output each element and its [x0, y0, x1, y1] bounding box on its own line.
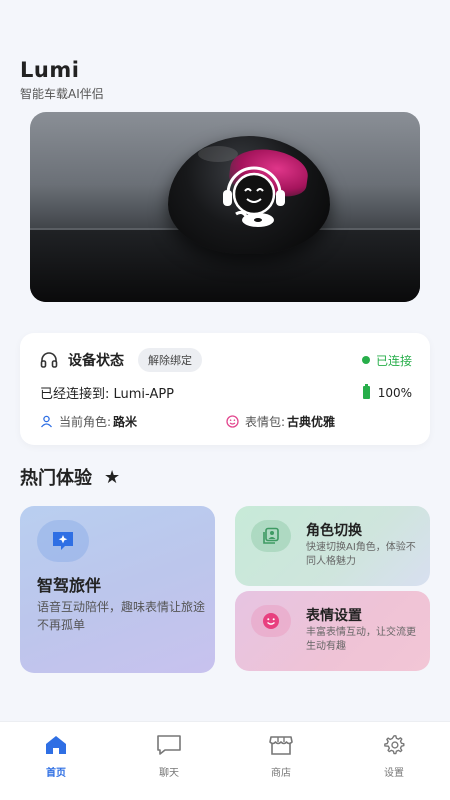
tab-label: 设置 — [384, 768, 404, 779]
device-status-card: 设备状态 解除绑定 已连接 已经连接到: Lumi-APP 100% 当前角色:… — [20, 333, 430, 445]
app-title: Lumi — [20, 58, 80, 82]
tab-label: 聊天 — [159, 768, 179, 779]
chat-bubble-icon — [157, 735, 181, 755]
current-emoji-pack: 表情包: 古典优雅 — [226, 413, 412, 430]
unbind-button[interactable]: 解除绑定 — [138, 348, 202, 372]
feature-card-expression-settings[interactable]: 表情设置 丰富表情互动，让交流更生动有趣 — [235, 591, 430, 671]
feature-card-travel-companion[interactable]: 智驾旅伴 语音互动陪伴，趣味表情让旅途不再孤单 — [20, 506, 215, 673]
online-dot-icon — [361, 356, 370, 364]
app-header: Lumi 智能车载AI伴侣 — [20, 58, 104, 102]
connection-status-text: 已连接 — [375, 353, 412, 368]
star-icon: ★ — [104, 466, 121, 488]
feature-card-desc: 语音互动陪伴，趣味表情让旅途不再孤单 — [37, 600, 206, 632]
battery-status: 100% — [362, 384, 412, 400]
connected-to-text: 已经连接到: Lumi-APP — [40, 387, 175, 402]
chat-sparkle-icon — [37, 520, 89, 562]
app-subtitle: 智能车载AI伴侣 — [20, 87, 104, 101]
gear-icon — [384, 735, 405, 755]
current-role: 当前角色: 路米 — [40, 413, 226, 430]
hero-image — [30, 112, 420, 302]
dj-face-icon — [223, 166, 285, 227]
role-label: 当前角色: — [59, 415, 112, 429]
smile-icon — [226, 415, 239, 428]
device-status-title: 设备状态 — [68, 353, 124, 369]
feature-card-title: 智驾旅伴 — [37, 576, 102, 595]
battery-icon — [362, 384, 370, 399]
headphone-icon — [40, 352, 58, 368]
tab-chat[interactable]: 聊天 — [139, 734, 199, 779]
home-icon — [46, 736, 66, 754]
feature-card-title: 角色切换 — [306, 523, 362, 539]
feature-card-role-switch[interactable]: 角色切换 快速切换AI角色，体验不同人格魅力 — [235, 506, 430, 586]
lumi-device-orb — [168, 136, 330, 254]
bottom-tab-bar: 首页 聊天 商店 设置 — [0, 721, 450, 800]
feature-card-desc: 快速切换AI角色，体验不同人格魅力 — [306, 542, 416, 567]
emoji-value: 古典优雅 — [287, 415, 336, 429]
hot-section-header: 热门体验 ★ — [20, 464, 120, 490]
tab-label: 商店 — [271, 768, 291, 779]
role-value: 路米 — [113, 415, 138, 429]
connection-status: 已连接 — [361, 352, 412, 369]
tab-home[interactable]: 首页 — [26, 734, 86, 779]
battery-value: 100% — [377, 385, 412, 400]
emoji-label: 表情包: — [245, 415, 286, 429]
tab-label: 首页 — [46, 768, 66, 779]
user-icon — [41, 415, 52, 428]
smiley-face-icon — [251, 605, 291, 637]
tab-store[interactable]: 商店 — [251, 734, 311, 779]
tab-settings[interactable]: 设置 — [364, 734, 424, 779]
feature-card-desc: 丰富表情互动，让交流更生动有趣 — [306, 627, 416, 652]
feature-card-title: 表情设置 — [306, 608, 362, 624]
portrait-icon — [251, 520, 291, 552]
hot-section-title: 热门体验 — [20, 468, 92, 489]
store-icon — [269, 736, 293, 755]
